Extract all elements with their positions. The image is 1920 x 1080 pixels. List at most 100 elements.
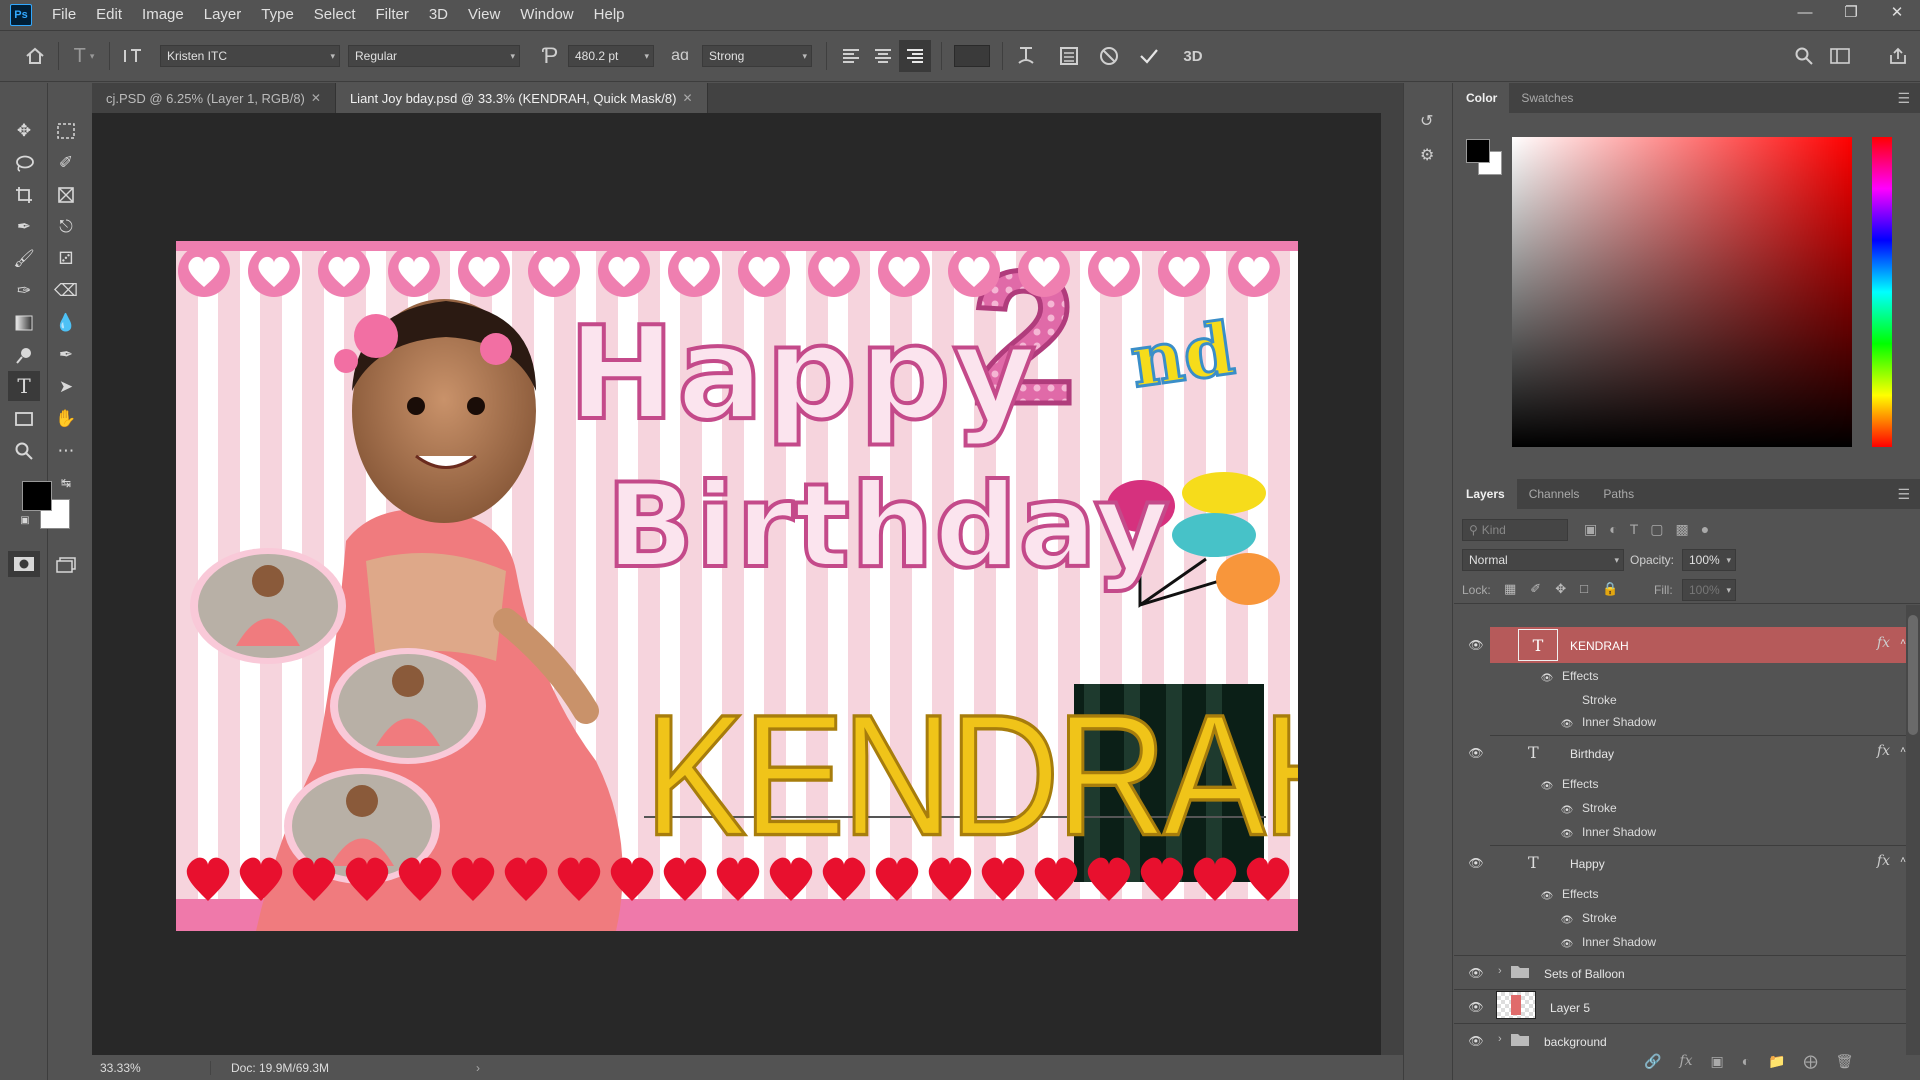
layer-name[interactable]: KENDRAH [1570,639,1629,653]
eraser-tool-icon[interactable]: ⌫ [52,277,80,305]
tab-channels[interactable]: Channels [1517,479,1592,509]
type-filter-icon[interactable]: T [1630,521,1639,538]
layer-name[interactable]: background [1544,1035,1607,1049]
menu-file[interactable]: File [42,0,86,30]
lock-paint-icon[interactable]: ✐ [1530,581,1541,597]
3d-button[interactable]: 3D [1169,40,1217,72]
path-selection-tool-icon[interactable]: ➤ [52,373,80,401]
menu-edit[interactable]: Edit [86,0,132,30]
filter-toggle-icon[interactable]: ● [1701,521,1709,538]
add-mask-icon[interactable]: ▣ [1711,1053,1724,1070]
menu-select[interactable]: Select [304,0,366,30]
tab-color[interactable]: Color [1454,83,1510,113]
close-tab-icon[interactable]: ✕ [311,91,321,105]
align-right-icon[interactable] [899,40,931,72]
kendrah-text[interactable]: KENDRAH [643,687,1299,863]
rectangle-tool-icon[interactable] [10,405,38,433]
link-layers-icon[interactable]: 🔗 [1644,1053,1661,1070]
healing-brush-tool-icon[interactable]: ⎋ [52,213,80,241]
type-tool-icon[interactable]: T [8,371,40,401]
expand-group-icon[interactable]: › [1498,1033,1502,1045]
zoom-level[interactable]: 33.33% [100,1061,170,1075]
screen-mode-icon[interactable] [52,551,80,579]
crop-tool-icon[interactable] [10,181,38,209]
menu-window[interactable]: Window [510,0,583,30]
blend-mode-dropdown[interactable]: Normal ▾ [1462,549,1624,571]
ordinal-text[interactable]: nd [1124,304,1241,405]
text-color-swatch[interactable] [954,45,990,67]
scrollbar-thumb[interactable] [1908,615,1918,735]
delete-layer-icon[interactable]: 🗑 [1836,1053,1854,1070]
lasso-tool-icon[interactable] [10,149,38,177]
effect-inner-shadow[interactable]: Inner Shadow [1582,825,1656,839]
type-tool-preset-icon[interactable]: T ▾ [59,40,109,72]
smart-object-filter-icon[interactable]: ▩ [1676,521,1689,538]
visibility-eye-icon[interactable]: 👁 [1560,829,1574,840]
dodge-tool-icon[interactable] [10,341,38,369]
visibility-eye-icon[interactable]: 👁 [1540,891,1554,902]
menu-type[interactable]: Type [251,0,304,30]
properties-panel-icon[interactable]: ⚙ [1420,145,1438,164]
lock-all-icon[interactable]: 🔒 [1602,581,1618,597]
share-icon[interactable] [1880,40,1916,72]
panel-menu-icon[interactable]: ☰ [1897,90,1910,107]
gradient-tool-icon[interactable] [10,309,38,337]
font-size-dropdown[interactable]: 480.2 pt ▾ [568,45,654,67]
visibility-eye-icon[interactable]: 👁 [1468,966,1484,980]
eyedropper-tool-icon[interactable]: ✒ [10,213,38,241]
adjustment-filter-icon[interactable]: ◐ [1609,521,1617,538]
visibility-eye-icon[interactable]: 👁 [1468,1000,1484,1014]
visibility-eye-icon[interactable]: 👁 [1468,856,1484,870]
happy-text[interactable]: Happy [566,309,1038,441]
effects-fx-icon[interactable]: fx [1877,853,1890,869]
lock-transparent-icon[interactable]: ▦ [1504,581,1516,597]
frame-tool-icon[interactable] [52,181,80,209]
tab-paths[interactable]: Paths [1591,479,1646,509]
font-family-dropdown[interactable]: Kristen ITC ▾ [160,45,340,67]
pixel-filter-icon[interactable]: ▣ [1584,521,1597,538]
close-icon[interactable]: ✕ [1874,0,1920,24]
tab-swatches[interactable]: Swatches [1509,83,1585,113]
home-icon[interactable] [12,40,58,72]
history-brush-tool-icon[interactable]: ✑ [10,277,38,305]
lock-position-icon[interactable]: ✥ [1555,581,1566,597]
toggle-text-orientation-icon[interactable] [110,40,156,72]
hue-slider[interactable] [1872,137,1892,447]
visibility-eye-icon[interactable]: 👁 [1560,719,1574,730]
close-tab-icon[interactable]: ✕ [682,91,692,105]
zoom-tool-icon[interactable] [10,437,38,465]
layer-name[interactable]: Birthday [1570,747,1614,761]
visibility-eye-icon[interactable]: 👁 [1560,939,1574,950]
menu-filter[interactable]: Filter [366,0,419,30]
move-tool-icon[interactable]: ✥ [10,117,38,145]
menu-3d[interactable]: 3D [419,0,458,30]
visibility-eye-icon[interactable]: 👁 [1560,915,1574,926]
effect-inner-shadow[interactable]: Inner Shadow [1582,935,1656,949]
expand-group-icon[interactable]: › [1498,965,1502,977]
quick-mask-icon[interactable] [8,551,40,577]
brush-tool-icon[interactable]: 🖌 [10,245,38,273]
anti-alias-dropdown[interactable]: Strong ▾ [702,45,812,67]
quick-selection-tool-icon[interactable]: ✐ [52,149,80,177]
layer-name[interactable]: Layer 5 [1550,1001,1590,1015]
menu-layer[interactable]: Layer [194,0,252,30]
visibility-eye-icon[interactable]: 👁 [1560,805,1574,816]
document-canvas[interactable]: 2 Happy Birthday nd KENDRAH [176,241,1298,931]
shape-filter-icon[interactable]: ▢ [1650,521,1663,538]
blur-tool-icon[interactable]: 💧 [52,309,80,337]
character-panel-icon[interactable] [1049,40,1089,72]
font-style-dropdown[interactable]: Regular ▾ [348,45,520,67]
new-layer-icon[interactable]: ⨁ [1804,1053,1818,1070]
new-group-icon[interactable]: 📁 [1768,1053,1785,1070]
effect-stroke[interactable]: Stroke [1582,693,1617,707]
panel-menu-icon[interactable]: ☰ [1897,486,1910,503]
color-picker-field[interactable] [1512,137,1852,447]
menu-help[interactable]: Help [584,0,635,30]
effect-stroke[interactable]: Stroke [1582,911,1617,925]
default-colors-icon[interactable]: ▣ [18,513,32,527]
adjustment-layer-icon[interactable]: ◐ [1742,1053,1750,1070]
visibility-eye-icon[interactable]: 👁 [1468,638,1484,652]
layer-filter-dropdown[interactable]: ⚲ Kind [1462,519,1568,541]
layers-scrollbar[interactable] [1906,605,1920,1055]
commit-edits-icon[interactable] [1129,40,1169,72]
